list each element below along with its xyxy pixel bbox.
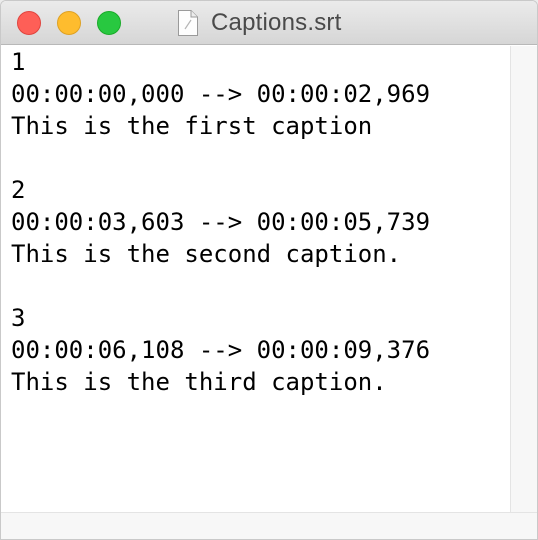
window-title: Captions.srt <box>177 7 341 39</box>
caption-timing: 00:00:06,108 --> 00:00:09,376 <box>11 336 431 364</box>
caption-index: 2 <box>11 176 26 204</box>
document-icon[interactable] <box>177 9 199 37</box>
minimize-button[interactable] <box>57 11 81 35</box>
caption-block: 1 00:00:00,000 --> 00:00:02,969 This is … <box>11 46 510 174</box>
close-button[interactable] <box>17 11 41 35</box>
zoom-button[interactable] <box>97 11 121 35</box>
vertical-scrollbar[interactable] <box>510 46 537 512</box>
window-title-text: Captions.srt <box>211 9 342 36</box>
caption-block: 3 00:00:06,108 --> 00:00:09,376 This is … <box>11 302 510 398</box>
text-content-area[interactable]: 1 00:00:00,000 --> 00:00:02,969 This is … <box>1 46 510 512</box>
caption-timing: 00:00:00,000 --> 00:00:02,969 <box>11 80 431 108</box>
title-bar[interactable]: Captions.srt <box>1 1 537 45</box>
caption-index: 3 <box>11 304 26 332</box>
caption-text: This is the first caption <box>11 112 373 140</box>
text-editor-window: Captions.srt 1 00:00:00,000 --> 00:00:02… <box>0 0 538 540</box>
caption-timing: 00:00:03,603 --> 00:00:05,739 <box>11 208 431 236</box>
caption-text: This is the third caption. <box>11 368 387 396</box>
caption-text: This is the second caption. <box>11 240 402 268</box>
caption-index: 1 <box>11 48 26 76</box>
horizontal-scrollbar[interactable] <box>1 512 537 539</box>
caption-block: 2 00:00:03,603 --> 00:00:05,739 This is … <box>11 174 510 302</box>
